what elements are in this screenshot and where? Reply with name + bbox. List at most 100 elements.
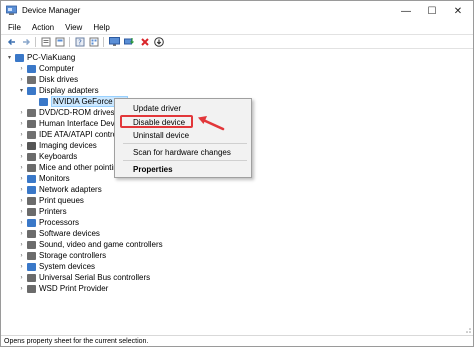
- menu-update-driver[interactable]: Update driver: [115, 102, 251, 114]
- keyboard-icon: [27, 152, 36, 161]
- disk-icon: [27, 75, 36, 84]
- menu-separator: [123, 160, 247, 161]
- tree-node-label: Display adapters: [39, 86, 99, 95]
- chevron-right-icon[interactable]: ›: [18, 219, 25, 226]
- tree-node-network[interactable]: › Network adapters: [18, 184, 102, 195]
- toolbar: ?: [1, 34, 473, 49]
- chevron-right-icon[interactable]: ›: [18, 197, 25, 204]
- software-icon: [27, 229, 36, 238]
- display-adapter-icon: [39, 97, 48, 106]
- chevron-right-icon[interactable]: ›: [18, 252, 25, 259]
- monitor-icon[interactable]: [108, 36, 120, 48]
- menu-action[interactable]: Action: [32, 23, 54, 32]
- tree-node-label: Storage controllers: [39, 251, 107, 260]
- forward-icon[interactable]: [20, 36, 32, 48]
- tree-node-label: Print queues: [39, 196, 84, 205]
- uninstall-icon[interactable]: [139, 36, 151, 48]
- tree-node-storage[interactable]: › Storage controllers: [18, 250, 107, 261]
- tree-node-imaging[interactable]: › Imaging devices: [18, 140, 97, 151]
- context-menu: Update driver Disable device Uninstall d…: [114, 98, 252, 178]
- download-icon[interactable]: [153, 36, 165, 48]
- tree-node-label: Disk drives: [39, 75, 79, 84]
- chevron-right-icon[interactable]: ›: [18, 175, 25, 182]
- chevron-right-icon[interactable]: ›: [18, 153, 25, 160]
- details-icon[interactable]: [54, 36, 66, 48]
- back-icon[interactable]: [6, 36, 18, 48]
- tree-node-label: Universal Serial Bus controllers: [39, 273, 151, 282]
- tree-node-label: IDE ATA/ATAPI control: [39, 130, 119, 139]
- tree-node-monitors[interactable]: › Monitors: [18, 173, 70, 184]
- close-button[interactable]: ✕: [445, 1, 471, 21]
- chevron-right-icon[interactable]: ›: [18, 120, 25, 127]
- window-title: Device Manager: [22, 6, 81, 15]
- tree-node-printers[interactable]: › Printers: [18, 206, 67, 217]
- chevron-right-icon[interactable]: ›: [18, 285, 25, 292]
- printer-icon: [27, 196, 36, 205]
- menu-help[interactable]: Help: [93, 23, 109, 32]
- display-adapter-icon: [27, 86, 36, 95]
- tree-node-mice[interactable]: › Mice and other pointin: [18, 162, 118, 173]
- maximize-button[interactable]: ☐: [419, 1, 445, 21]
- tree-node-label: Imaging devices: [39, 141, 97, 150]
- system-icon: [27, 262, 36, 271]
- chevron-right-icon[interactable]: ›: [18, 164, 25, 171]
- chevron-right-icon[interactable]: ›: [18, 230, 25, 237]
- menu-bar: File Action View Help: [1, 21, 473, 34]
- tree-node-usb[interactable]: › Universal Serial Bus controllers: [18, 272, 151, 283]
- tree-node-label: Keyboards: [39, 152, 78, 161]
- chevron-right-icon[interactable]: ›: [18, 65, 25, 72]
- view-icon[interactable]: [88, 36, 100, 48]
- tree-node-processors[interactable]: › Processors: [18, 217, 80, 228]
- tree-node-system-devices[interactable]: › System devices: [18, 261, 96, 272]
- monitor-icon: [27, 174, 36, 183]
- chevron-right-icon[interactable]: ›: [18, 263, 25, 270]
- tree-node-software-devices[interactable]: › Software devices: [18, 228, 100, 239]
- chevron-right-icon[interactable]: ›: [18, 208, 25, 215]
- highlight-box: [120, 115, 193, 128]
- chevron-right-icon[interactable]: ›: [18, 274, 25, 281]
- chevron-right-icon[interactable]: ›: [18, 76, 25, 83]
- tree-node-disk-drives[interactable]: › Disk drives: [18, 74, 79, 85]
- tree-node-label: Human Interface Dev: [39, 119, 115, 128]
- update-driver-icon[interactable]: [123, 36, 135, 48]
- menu-file[interactable]: File: [8, 23, 21, 32]
- svg-text:?: ?: [78, 39, 82, 47]
- tree-node-display-adapters[interactable]: ▾ Display adapters: [18, 85, 99, 96]
- status-text: Opens property sheet for the current sel…: [4, 338, 149, 345]
- toolbar-separator: [35, 37, 36, 47]
- chevron-down-icon[interactable]: ▾: [18, 87, 25, 94]
- tree-node-print-queues[interactable]: › Print queues: [18, 195, 84, 206]
- chevron-down-icon[interactable]: ▾: [6, 54, 13, 61]
- tree-root[interactable]: ▾ PC-ViaKuang: [6, 52, 75, 63]
- tree-node-computer[interactable]: › Computer: [18, 63, 75, 74]
- storage-icon: [27, 251, 36, 260]
- tree-node-hid[interactable]: › Human Interface Dev: [18, 118, 115, 129]
- chevron-right-icon[interactable]: ›: [18, 241, 25, 248]
- computer-icon: [15, 53, 24, 62]
- tree-node-label: Computer: [39, 64, 75, 73]
- chevron-right-icon[interactable]: ›: [18, 109, 25, 116]
- network-icon: [27, 185, 36, 194]
- properties-icon[interactable]: [40, 36, 52, 48]
- tree-node-sound[interactable]: › Sound, video and game controllers: [18, 239, 163, 250]
- toolbar-separator: [69, 37, 70, 47]
- help-icon[interactable]: ?: [74, 36, 86, 48]
- resize-grip-icon[interactable]: [461, 323, 473, 335]
- menu-uninstall-device[interactable]: Uninstall device: [115, 129, 251, 141]
- chevron-right-icon[interactable]: ›: [18, 131, 25, 138]
- menu-scan-hardware[interactable]: Scan for hardware changes: [115, 146, 251, 158]
- minimize-button[interactable]: —: [393, 1, 419, 21]
- usb-icon: [27, 273, 36, 282]
- processor-icon: [27, 218, 36, 227]
- tree-node-keyboards[interactable]: › Keyboards: [18, 151, 78, 162]
- tree-root-label: PC-ViaKuang: [27, 53, 76, 62]
- tree-node-dvd-drives[interactable]: › DVD/CD-ROM drives: [18, 107, 115, 118]
- chevron-right-icon[interactable]: ›: [18, 186, 25, 193]
- tree-node-ide[interactable]: › IDE ATA/ATAPI control: [18, 129, 119, 140]
- chevron-right-icon[interactable]: ›: [18, 142, 25, 149]
- hid-icon: [27, 119, 36, 128]
- tree-node-wsd[interactable]: › WSD Print Provider: [18, 283, 109, 294]
- menu-properties[interactable]: Properties: [115, 163, 251, 175]
- menu-view[interactable]: View: [65, 23, 82, 32]
